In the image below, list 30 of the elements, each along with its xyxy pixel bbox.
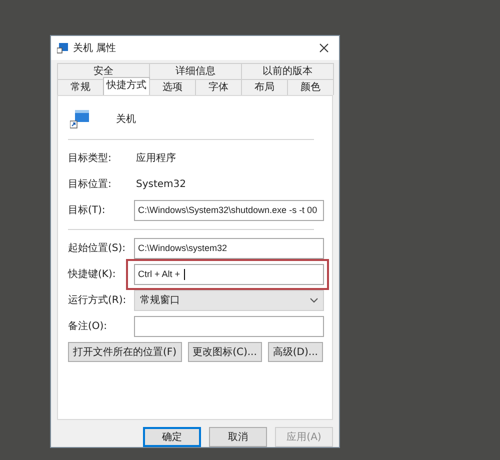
- field-label: 备注(O):: [68, 320, 108, 334]
- tab[interactable]: 选项: [149, 78, 196, 95]
- tab[interactable]: 以前的版本: [241, 62, 334, 79]
- field-label: 运行方式(R):: [68, 294, 128, 308]
- shortcut-name: 关机: [116, 112, 136, 126]
- field-label: 快捷键(K):: [68, 268, 117, 282]
- window-title: 关机 属性: [73, 42, 118, 55]
- input-field[interactable]: C:\Windows\system32: [134, 238, 324, 259]
- field-value: System32: [135, 178, 186, 190]
- tab[interactable]: 颜色: [287, 78, 334, 95]
- chevron-down-icon: [310, 298, 318, 303]
- input-field[interactable]: C:\Windows\System32\shutdown.exe -s -t 00: [134, 200, 324, 221]
- input-field[interactable]: Ctrl + Alt +: [134, 264, 324, 285]
- input-field[interactable]: [134, 316, 324, 337]
- field-value: 应用程序: [135, 152, 176, 166]
- action-button[interactable]: 打开文件所在的位置(F): [68, 342, 182, 362]
- shortcut-icon: [70, 108, 90, 129]
- action-button[interactable]: 高级(D)...: [268, 342, 323, 362]
- field-label: 目标位置:: [68, 178, 112, 192]
- tab[interactable]: 安全: [57, 62, 150, 79]
- dialog-button[interactable]: 取消: [209, 427, 267, 447]
- dialog-button[interactable]: 确定: [143, 427, 201, 447]
- tab[interactable]: 快捷方式: [103, 76, 150, 95]
- dropdown[interactable]: 常规窗口: [134, 290, 324, 311]
- action-button[interactable]: 更改图标(C)...: [188, 342, 262, 362]
- field-label: 起始位置(S):: [68, 242, 127, 256]
- tab[interactable]: 常规: [57, 78, 104, 95]
- field-label: 目标(T):: [68, 204, 106, 218]
- shortcut-icon: [57, 42, 69, 54]
- field-label: 目标类型:: [68, 152, 112, 166]
